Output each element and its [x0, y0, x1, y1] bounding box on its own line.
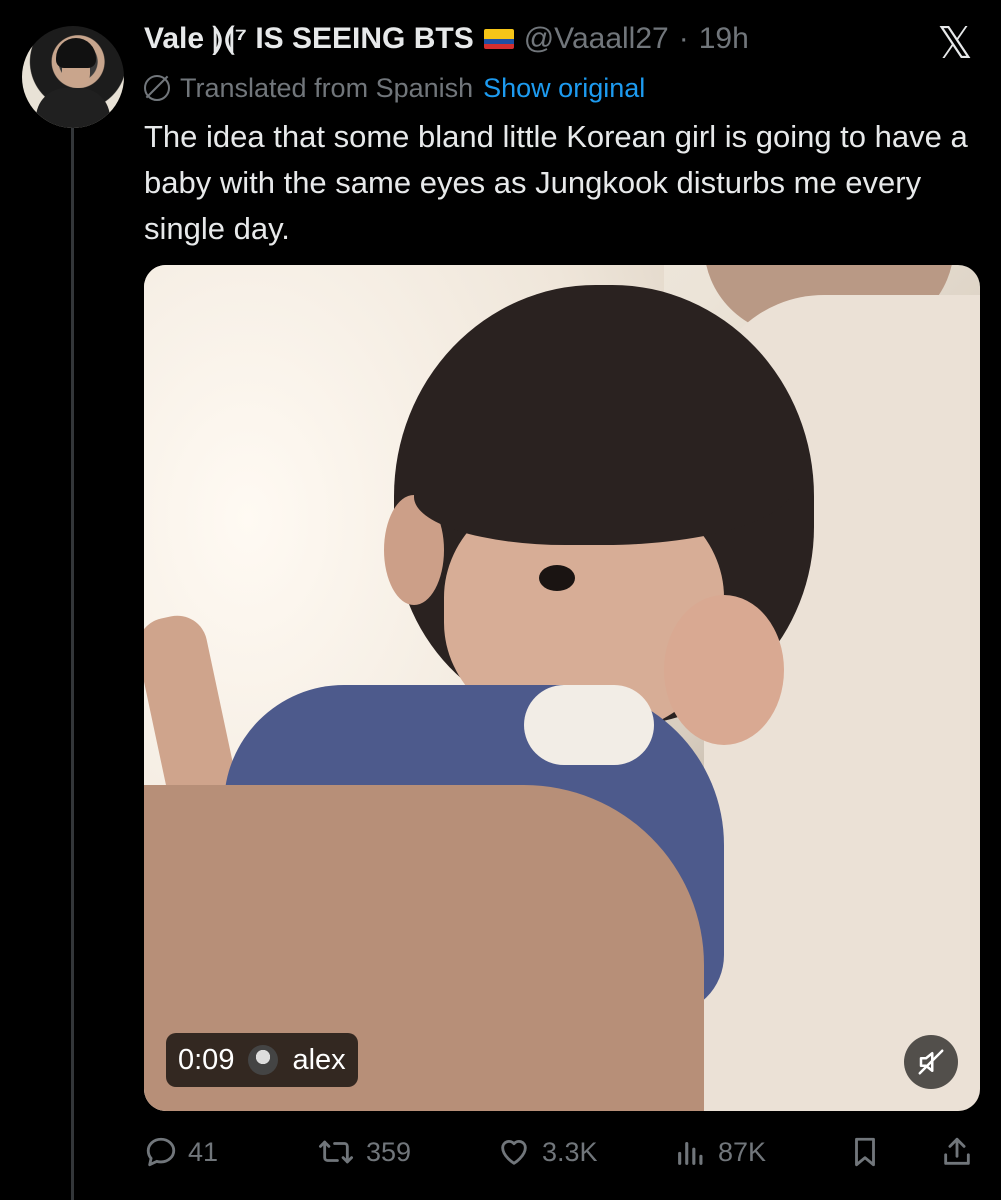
views-button[interactable]: 87K [674, 1128, 766, 1176]
repost-count: 359 [366, 1136, 412, 1167]
repost-icon [319, 1140, 354, 1164]
video-uploader: alex [292, 1043, 346, 1076]
uploader-avatar [248, 1045, 279, 1075]
translate-icon [144, 75, 170, 101]
tweet-text: The idea that some bland little Korean g… [144, 119, 968, 246]
mute-icon [918, 1049, 944, 1075]
reply-icon [146, 1137, 176, 1167]
bookmark-icon [855, 1137, 875, 1167]
author-name-suffix: IS SEEING BTS [255, 22, 474, 55]
reply-count: 41 [188, 1136, 219, 1167]
video-time: 0:09 [178, 1043, 235, 1076]
like-button[interactable]: 3.3K [496, 1128, 598, 1176]
like-count: 3.3K [542, 1136, 598, 1167]
author-handle[interactable]: @Vaaall27 [524, 22, 669, 56]
author-name-text: Vale [144, 22, 205, 55]
avatar-hair [56, 38, 96, 68]
author-avatar[interactable] [22, 26, 124, 128]
repost-button[interactable]: 359 [316, 1128, 411, 1176]
views-count: 87K [718, 1136, 767, 1167]
reply-button[interactable]: 41 [144, 1128, 218, 1176]
x-logo-icon: 𝕏 [937, 18, 973, 69]
tweet-time[interactable]: 19h [699, 22, 749, 56]
avatar-shirt [36, 88, 110, 128]
bookmark-button[interactable] [848, 1128, 882, 1176]
video-timestamp-badge: 0:09 alex [166, 1033, 358, 1087]
author-name-symbol: ⟭⟬⁷ [212, 22, 247, 55]
tweet-header: Vale ⟭⟬⁷ IS SEEING BTS @Vaaall27 · 19h [144, 18, 749, 60]
colombia-flag-icon [483, 29, 514, 49]
like-icon [501, 1140, 527, 1165]
header-separator: · [678, 22, 689, 55]
share-button[interactable] [940, 1128, 974, 1176]
translation-label: Translated from Spanish [180, 72, 474, 103]
author-name[interactable]: Vale ⟭⟬⁷ IS SEEING BTS [144, 22, 474, 56]
tweet-actions: 41 359 3.3K 87K [144, 1128, 980, 1176]
translation-bar: Translated from Spanish Show original [144, 70, 645, 106]
thread-line [71, 126, 74, 1200]
share-icon [944, 1137, 970, 1165]
mute-button[interactable] [904, 1035, 958, 1089]
views-icon [678, 1141, 703, 1165]
show-original-link[interactable]: Show original [483, 73, 645, 104]
video-player[interactable]: 0:09 alex [144, 265, 980, 1111]
